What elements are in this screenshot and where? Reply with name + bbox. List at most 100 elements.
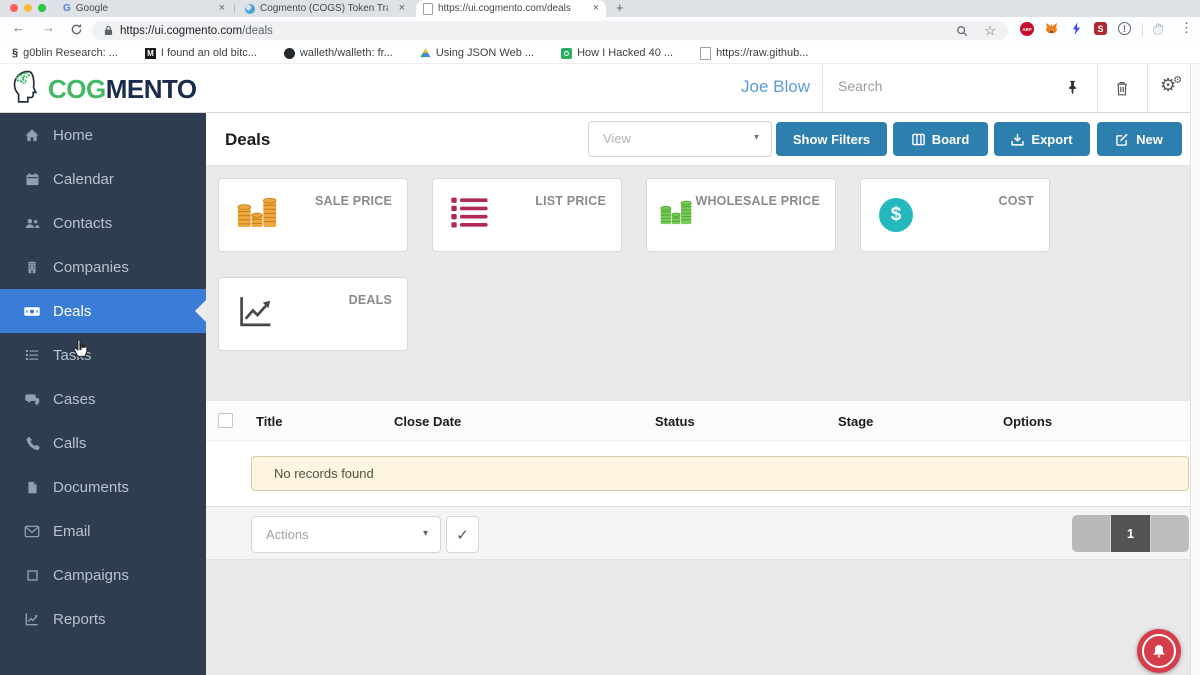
info-extension-icon[interactable]: ! [1118,22,1131,35]
forward-icon[interactable]: → [42,21,55,34]
s-extension-icon[interactable]: S [1094,22,1107,35]
screen: G Google × Cogmento (COGS) Token Trac × … [0,0,1200,675]
search-zoom-icon[interactable] [956,25,968,37]
edit-pencil-icon [1116,133,1128,146]
traffic-light-minimize[interactable] [24,4,32,12]
show-filters-button[interactable]: Show Filters [776,122,887,156]
pagination: 1 [1072,515,1189,552]
sidebar-item-calendar[interactable]: Calendar [0,157,206,201]
header-divider [822,64,823,112]
view-dropdown[interactable]: View ▾ [588,121,772,157]
column-close-date[interactable]: Close Date [394,414,461,429]
page-scrollbar[interactable] [1190,64,1200,675]
toolbar-divider [1142,23,1143,36]
pin-icon[interactable] [1066,80,1079,95]
medium-favicon-icon: M [144,47,156,59]
coingecko-favicon-icon [245,3,255,14]
bookmark-json-web[interactable]: Using JSON Web ... [420,47,534,59]
comments-icon [22,392,42,407]
back-icon[interactable]: ← [12,21,25,34]
page-header: Deals View ▾ Show Filters Board Export N… [206,113,1190,166]
hand-extension-icon[interactable] [1152,22,1165,35]
sidebar-item-campaigns[interactable]: Campaigns [0,553,206,597]
url-text: https://ui.cogmento.com/deals [120,24,273,37]
github-favicon-icon [283,47,295,59]
bookmark-star-icon[interactable]: ☆ [984,24,996,37]
bookmark-goblin[interactable]: § g0blin Research: ... [12,47,118,59]
adblock-extension-icon[interactable]: ABP [1020,22,1034,36]
sidebar-item-deals[interactable]: Deals [0,289,206,333]
header-divider [1147,64,1148,112]
bookmark-raw-github[interactable]: https://raw.github... [700,46,808,60]
stat-card-wholesale-price[interactable]: WHOLESALE PRICE [646,178,836,252]
sidebar-item-tasks[interactable]: Tasks [0,333,206,377]
pagination-current-page[interactable]: 1 [1111,515,1150,552]
check-icon: ✓ [456,526,469,544]
tab-close-icon[interactable]: × [593,3,599,14]
column-title[interactable]: Title [256,414,283,429]
notification-bell-button[interactable] [1137,629,1181,673]
sidebar-item-home[interactable]: Home [0,113,206,157]
dollar-circle-icon: $ [879,198,913,232]
sidebar-item-cases[interactable]: Cases [0,377,206,421]
global-search-input[interactable] [836,77,1030,95]
url-omnibox[interactable]: https://ui.cogmento.com/deals ☆ [92,21,1008,40]
gcloud-favicon-icon [420,48,431,58]
sidebar-item-email[interactable]: Email [0,509,206,553]
table-header: Title Close Date Status Stage Options [206,400,1190,441]
head-gears-logo-icon [13,70,38,103]
tab-title: Google [75,3,109,14]
sidebar-item-companies[interactable]: Companies [0,245,206,289]
settings-gears-icon[interactable]: ⚙⚙ [1160,76,1182,95]
list-icon [451,197,488,234]
pagination-prev-button[interactable] [1072,515,1112,552]
stat-card-deals[interactable]: DEALS [218,277,408,351]
task-list-icon [22,348,42,362]
green-favicon-icon [561,47,573,59]
trash-icon[interactable] [1115,80,1129,96]
document-favicon-icon [423,2,433,15]
bookmarks-bar: § g0blin Research: ... M I found an old … [0,43,1200,64]
cogmento-logo[interactable]: COGMENTO [6,68,197,109]
browser-menu-icon[interactable]: ⋮ [1180,20,1193,36]
apply-action-button[interactable]: ✓ [446,516,479,553]
tab-google[interactable]: G Google × [56,0,232,17]
metamask-extension-icon[interactable] [1045,22,1058,34]
traffic-light-close[interactable] [10,4,18,12]
bookmark-github-walleth[interactable]: walleth/walleth: fr... [283,47,393,59]
refresh-icon[interactable] [70,23,83,36]
column-status[interactable]: Status [655,414,695,429]
bolt-extension-icon[interactable] [1072,22,1081,35]
coins-orange-icon [237,196,277,235]
sidebar-item-reports[interactable]: Reports [0,597,206,641]
actions-dropdown[interactable]: Actions ▾ [251,516,441,553]
tab-cogmento-token[interactable]: Cogmento (COGS) Token Trac × [238,0,412,17]
sidebar-item-contacts[interactable]: Contacts [0,201,206,245]
stat-card-list-price[interactable]: LIST PRICE [432,178,622,252]
money-bill-icon [22,304,42,319]
sidebar-nav: Home Calendar Contacts Companies Deals T… [0,113,206,675]
tab-cogmento-deals-active[interactable]: https://ui.cogmento.com/deals × [416,0,606,17]
bell-icon [1153,645,1165,658]
export-button[interactable]: Export [994,122,1090,156]
column-options[interactable]: Options [1003,414,1052,429]
tab-close-icon[interactable]: × [399,3,405,14]
tab-close-icon[interactable]: × [219,3,225,14]
pagination-next-button[interactable] [1149,515,1189,552]
column-stage[interactable]: Stage [838,414,873,429]
board-button[interactable]: Board [893,122,988,156]
user-menu[interactable]: Joe Blow [690,77,810,97]
stat-card-cost[interactable]: $ COST [860,178,1050,252]
bookmark-medium[interactable]: M I found an old bitc... [144,47,257,59]
new-button[interactable]: New [1097,122,1182,156]
calendar-icon [22,172,42,187]
building-icon [22,260,42,275]
select-all-checkbox[interactable] [218,413,233,428]
tab-title: Cogmento (COGS) Token Trac [260,3,388,14]
sidebar-item-documents[interactable]: Documents [0,465,206,509]
bookmark-hacked40[interactable]: How I Hacked 40 ... [561,47,673,59]
traffic-light-zoom[interactable] [38,4,46,12]
sidebar-item-calls[interactable]: Calls [0,421,206,465]
stat-card-sale-price[interactable]: SALE PRICE [218,178,408,252]
new-tab-button[interactable]: + [616,0,624,15]
